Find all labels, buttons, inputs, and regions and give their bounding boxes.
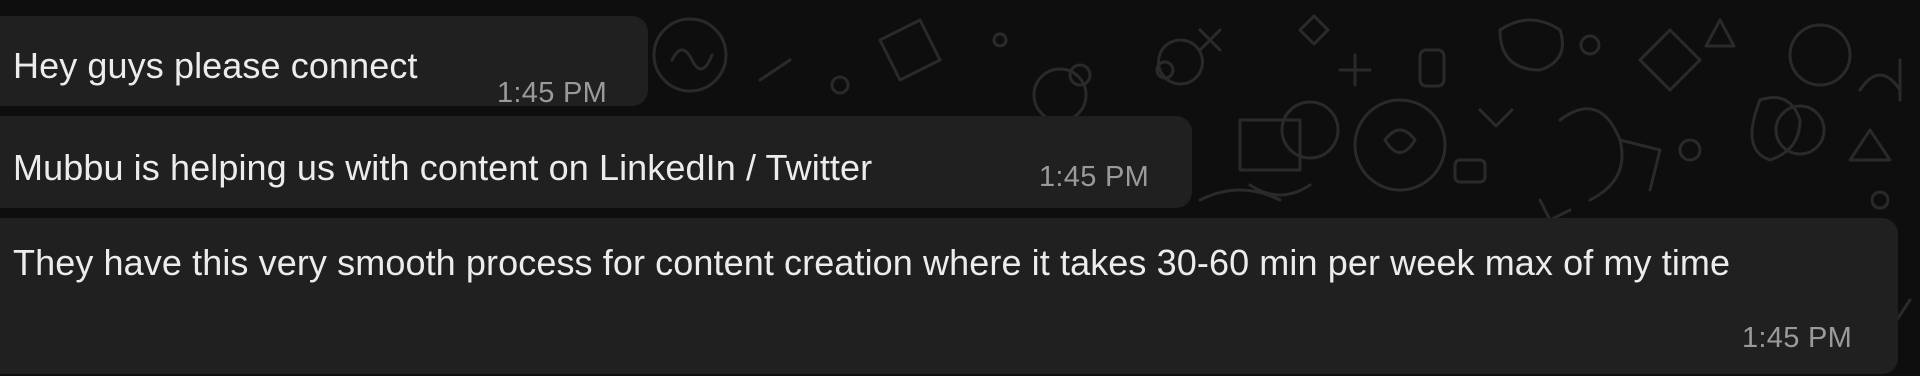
message-bubble[interactable]: Hey guys please connect 1:45 PM xyxy=(0,16,648,109)
message-bubble[interactable]: Mubbu is helping us with content on Link… xyxy=(0,116,1192,208)
message-text: Hey guys please connect xyxy=(13,45,418,86)
message-timestamp: 1:45 PM xyxy=(1039,161,1150,193)
message-text: Mubbu is helping us with content on Link… xyxy=(13,147,873,188)
message-text: They have this very smooth process for c… xyxy=(13,242,1731,283)
message-timestamp: 1:45 PM xyxy=(1742,322,1853,354)
chat-message-area: Hey guys please connect 1:45 PM Mubbu is… xyxy=(0,0,1920,376)
message-bubble[interactable]: They have this very smooth process for c… xyxy=(0,218,1898,374)
message-timestamp: 1:45 PM xyxy=(497,77,608,109)
